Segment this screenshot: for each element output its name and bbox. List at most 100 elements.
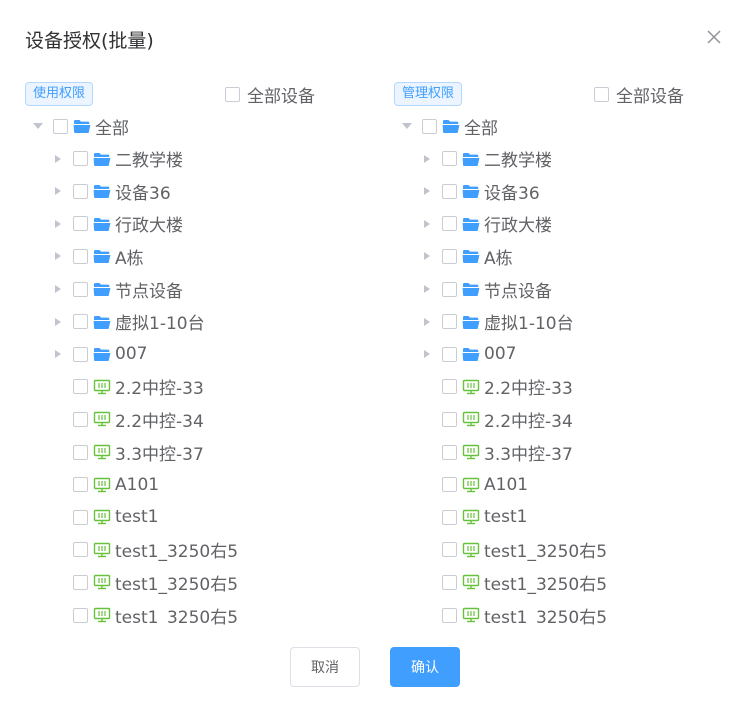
node-checkbox[interactable]: [73, 314, 88, 330]
node-checkbox[interactable]: [442, 248, 457, 264]
folder-open-icon: [93, 216, 111, 232]
tree-node-root[interactable]: 全部: [25, 112, 365, 140]
node-label: 设备36: [484, 183, 540, 204]
caret-right-icon[interactable]: [424, 317, 430, 326]
select-all-checkbox[interactable]: [594, 86, 609, 102]
caret-right-icon[interactable]: [424, 252, 430, 261]
caret-right-icon[interactable]: [424, 187, 430, 196]
node-checkbox[interactable]: [73, 216, 88, 232]
node-checkbox[interactable]: [442, 183, 457, 199]
caret-right-icon[interactable]: [55, 187, 61, 196]
device-monitor-icon: [462, 509, 480, 525]
node-checkbox[interactable]: [442, 314, 457, 330]
node-checkbox[interactable]: [73, 248, 88, 264]
node-checkbox[interactable]: [73, 477, 88, 493]
tree-node-folder[interactable]: 虚拟1-10台: [394, 308, 734, 336]
device-monitor-icon: [462, 574, 480, 590]
tree-node-device[interactable]: test1_3250右5: [25, 568, 365, 596]
tree-node-folder[interactable]: A栋: [25, 242, 365, 270]
device-monitor-icon: [462, 542, 480, 558]
tree-node-device[interactable]: test1_3250右5: [394, 568, 734, 596]
tree-node-folder[interactable]: 虚拟1-10台: [25, 308, 365, 336]
caret-right-icon[interactable]: [424, 350, 430, 359]
node-checkbox[interactable]: [73, 151, 88, 167]
node-checkbox[interactable]: [442, 444, 457, 460]
tree-node-device[interactable]: 2.2中控-33: [25, 373, 365, 401]
node-checkbox[interactable]: [442, 411, 457, 427]
tree-node-folder[interactable]: 007: [394, 340, 734, 368]
node-checkbox[interactable]: [442, 607, 457, 623]
node-checkbox[interactable]: [53, 118, 68, 134]
node-label: test1_3250右5: [115, 542, 239, 563]
tree-node-folder[interactable]: 二教学楼: [394, 145, 734, 173]
tree-node-folder[interactable]: 二教学楼: [25, 145, 365, 173]
node-checkbox[interactable]: [73, 281, 88, 297]
node-checkbox[interactable]: [422, 118, 437, 134]
tree-node-device[interactable]: test1_3250右5: [25, 536, 365, 564]
tree-node-device[interactable]: 3.3中控-37: [394, 438, 734, 466]
node-label: 007: [115, 344, 148, 365]
node-checkbox[interactable]: [442, 379, 457, 395]
caret-right-icon[interactable]: [55, 252, 61, 261]
tree-node-device[interactable]: test1: [25, 503, 365, 531]
node-label: 2.2中控-33: [484, 379, 573, 400]
tree-node-folder[interactable]: 007: [25, 340, 365, 368]
select-all-checkbox[interactable]: [225, 86, 240, 102]
caret-right-icon[interactable]: [424, 154, 430, 163]
caret-right-icon[interactable]: [424, 285, 430, 293]
caret-down-icon[interactable]: [402, 123, 412, 129]
tree-node-device[interactable]: A101: [25, 471, 365, 499]
node-checkbox[interactable]: [442, 281, 457, 297]
tree-node-device[interactable]: A101: [394, 471, 734, 499]
tree-node-folder[interactable]: 行政大楼: [394, 210, 734, 238]
node-checkbox[interactable]: [73, 411, 88, 427]
node-checkbox[interactable]: [73, 379, 88, 395]
node-checkbox[interactable]: [73, 607, 88, 623]
tree-node-folder[interactable]: 设备36: [25, 177, 365, 205]
tree-node-device[interactable]: 2.2中控-34: [394, 405, 734, 433]
tree-node-folder[interactable]: 行政大楼: [25, 210, 365, 238]
use-select-all[interactable]: 全部设备: [225, 82, 315, 107]
node-checkbox[interactable]: [442, 151, 457, 167]
node-checkbox[interactable]: [442, 509, 457, 525]
caret-right-icon[interactable]: [55, 317, 61, 326]
tree-node-device[interactable]: 2.2中控-33: [394, 373, 734, 401]
node-checkbox[interactable]: [442, 346, 457, 362]
tree-node-device[interactable]: test1: [394, 503, 734, 531]
tree-node-root[interactable]: 全部: [394, 112, 734, 140]
device-monitor-icon: [462, 411, 480, 427]
node-label: 2.2中控-33: [115, 379, 204, 400]
tree-node-device[interactable]: test1_3250右5: [394, 601, 734, 625]
node-checkbox[interactable]: [73, 574, 88, 590]
caret-right-icon[interactable]: [55, 154, 61, 163]
node-label: A101: [115, 474, 160, 495]
tree-node-folder[interactable]: 节点设备: [25, 275, 365, 303]
node-label: 2.2中控-34: [484, 411, 573, 432]
tree-node-folder[interactable]: 节点设备: [394, 275, 734, 303]
node-checkbox[interactable]: [73, 183, 88, 199]
caret-right-icon[interactable]: [55, 219, 61, 228]
node-checkbox[interactable]: [73, 509, 88, 525]
node-checkbox[interactable]: [73, 444, 88, 460]
cancel-button[interactable]: 取消: [290, 647, 360, 687]
node-checkbox[interactable]: [442, 542, 457, 558]
close-icon[interactable]: [704, 27, 724, 47]
node-checkbox[interactable]: [442, 216, 457, 232]
caret-right-icon[interactable]: [55, 350, 61, 359]
tree-node-folder[interactable]: A栋: [394, 242, 734, 270]
tree-node-folder[interactable]: 设备36: [394, 177, 734, 205]
node-checkbox[interactable]: [73, 346, 88, 362]
caret-down-icon[interactable]: [33, 123, 43, 129]
tree-node-device[interactable]: test1_3250右5: [394, 536, 734, 564]
confirm-button[interactable]: 确认: [390, 647, 460, 687]
tree-node-device[interactable]: test1_3250右5: [25, 601, 365, 625]
caret-right-icon[interactable]: [55, 285, 61, 293]
node-checkbox[interactable]: [442, 477, 457, 493]
caret-right-icon[interactable]: [424, 219, 430, 228]
node-checkbox[interactable]: [442, 574, 457, 590]
node-checkbox[interactable]: [73, 542, 88, 558]
manage-select-all[interactable]: 全部设备: [594, 82, 684, 107]
folder-open-icon: [73, 118, 91, 134]
tree-node-device[interactable]: 2.2中控-34: [25, 405, 365, 433]
tree-node-device[interactable]: 3.3中控-37: [25, 438, 365, 466]
